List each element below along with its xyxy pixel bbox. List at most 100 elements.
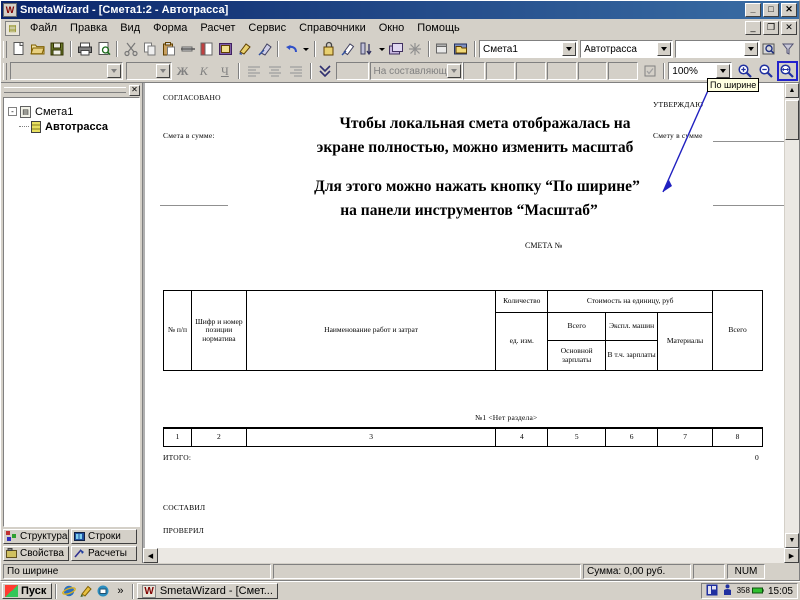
menu-item-help[interactable]: Помощь xyxy=(411,20,466,36)
export-button[interactable] xyxy=(217,39,236,59)
scroll-up-button[interactable]: ▲ xyxy=(785,83,799,98)
chevron-down-icon[interactable] xyxy=(657,42,672,56)
decompose-field-7[interactable] xyxy=(608,62,639,80)
tree-node-avtotrassa[interactable]: Автотрасса xyxy=(8,119,135,134)
sort-dropdown-button[interactable] xyxy=(377,39,387,59)
bold-button[interactable]: Ж xyxy=(172,61,193,81)
tree-node-smeta1[interactable]: - ▤ Смета1 xyxy=(8,104,135,119)
italic-button[interactable]: К xyxy=(193,61,214,81)
menu-item-file[interactable]: Файл xyxy=(24,20,63,36)
more-icon[interactable]: » xyxy=(113,584,127,598)
decompose-field-4[interactable] xyxy=(516,62,546,80)
print-preview-button[interactable] xyxy=(94,39,113,59)
start-button[interactable]: Пуск xyxy=(2,583,53,599)
menu-item-window[interactable]: Окно xyxy=(373,20,411,36)
properties-button[interactable] xyxy=(433,39,452,59)
decompose-field-1[interactable] xyxy=(335,62,369,80)
recalc-button[interactable] xyxy=(406,39,425,59)
edit-icon[interactable] xyxy=(79,584,93,598)
outlook-icon[interactable] xyxy=(96,584,110,598)
mdi-document-icon[interactable]: ▤ xyxy=(5,20,20,36)
smeta-combo[interactable]: Смета1 xyxy=(479,40,579,58)
decompose-field-3[interactable] xyxy=(485,62,516,80)
tray-battery-icon[interactable] xyxy=(751,586,764,597)
document-vertical-scrollbar[interactable]: ▲ ▼ xyxy=(784,83,799,548)
menu-item-view[interactable]: Вид xyxy=(114,20,146,36)
cut-button[interactable] xyxy=(121,39,140,59)
toolbar-grip[interactable] xyxy=(3,62,7,80)
chevron-down-icon[interactable] xyxy=(715,64,730,78)
underline-button[interactable]: Ч xyxy=(214,61,235,81)
decompose-field-6[interactable] xyxy=(577,62,608,80)
find-button[interactable] xyxy=(760,39,779,59)
align-left-button[interactable] xyxy=(243,61,264,81)
decompose-checkbox[interactable] xyxy=(639,61,660,81)
menu-item-form[interactable]: Форма xyxy=(147,20,193,36)
paste-button[interactable] xyxy=(159,39,178,59)
save-button[interactable] xyxy=(48,39,67,59)
menu-item-edit[interactable]: Правка xyxy=(64,20,113,36)
mdi-minimize-button[interactable]: _ xyxy=(745,21,761,35)
close-button[interactable]: ✕ xyxy=(781,3,797,17)
scroll-left-button[interactable]: ◀ xyxy=(143,548,158,563)
menu-item-reference[interactable]: Справочники xyxy=(293,20,372,36)
estimate-page[interactable]: СОГЛАСОВАНО УТВЕРЖДАЮ Смета в сумме: Сме… xyxy=(143,83,784,548)
section-combo[interactable] xyxy=(675,40,760,58)
undo-button[interactable] xyxy=(282,39,301,59)
menu-item-calc[interactable]: Расчет xyxy=(194,20,241,36)
sidebar-drag-lines[interactable] xyxy=(4,87,126,93)
font-size-combo[interactable] xyxy=(125,62,173,80)
copy-button[interactable] xyxy=(140,39,159,59)
sidebar-tab-properties[interactable]: Свойства xyxy=(3,546,69,561)
chevron-down-icon[interactable] xyxy=(106,64,121,78)
mdi-restore-button[interactable]: ❐ xyxy=(763,21,779,35)
maximize-button[interactable]: □ xyxy=(763,3,779,17)
scroll-thumb[interactable] xyxy=(785,100,799,140)
clear-format-button[interactable] xyxy=(255,39,274,59)
tray-layout-icon[interactable] xyxy=(706,584,718,599)
font-combo[interactable] xyxy=(9,62,123,80)
print-button[interactable] xyxy=(75,39,94,59)
toolbar-grip[interactable] xyxy=(3,40,7,58)
filter-button[interactable] xyxy=(779,39,798,59)
decompose-field-5[interactable] xyxy=(546,62,577,80)
mdi-close-button[interactable]: ✕ xyxy=(781,21,797,35)
folder-open-button[interactable] xyxy=(452,39,471,59)
highlight-button[interactable] xyxy=(338,39,357,59)
internet-explorer-icon[interactable] xyxy=(62,584,77,598)
chevron-down-icon[interactable] xyxy=(743,42,758,56)
sidebar-tab-calculations[interactable]: Расчеты xyxy=(71,546,137,561)
hscroll-track[interactable] xyxy=(158,548,784,563)
insert-row-button[interactable] xyxy=(198,39,217,59)
minimize-button[interactable]: _ xyxy=(745,3,761,17)
document-horizontal-scrollbar[interactable]: ◀ ▶ xyxy=(143,548,799,563)
sort-button[interactable] xyxy=(357,39,376,59)
align-center-button[interactable] xyxy=(265,61,286,81)
tray-keyboard-icon[interactable] xyxy=(722,583,733,599)
scroll-down-button[interactable]: ▼ xyxy=(785,533,799,548)
lock-button[interactable] xyxy=(319,39,338,59)
align-right-button[interactable] xyxy=(286,61,307,81)
menu-item-service[interactable]: Сервис xyxy=(242,20,292,36)
taskbar-button-smetawizard[interactable]: W SmetaWizard - [Смет... xyxy=(137,583,278,599)
document-tree[interactable]: - ▤ Смета1 Автотрасса xyxy=(3,97,140,527)
estimate-table[interactable]: № п/п Шифр и номер позиции норматива Наи… xyxy=(163,290,763,371)
group-button[interactable] xyxy=(387,39,406,59)
format-painter-button[interactable] xyxy=(236,39,255,59)
chevron-down-icon[interactable] xyxy=(562,42,577,56)
delete-row-button[interactable] xyxy=(179,39,198,59)
tree-toggle-icon[interactable]: - xyxy=(8,107,17,116)
scroll-right-button[interactable]: ▶ xyxy=(784,548,799,563)
chevron-down-icon[interactable] xyxy=(156,64,171,78)
chevron-down-icon[interactable] xyxy=(447,64,462,78)
scroll-track-lower[interactable] xyxy=(785,140,799,533)
sidebar-tab-rows[interactable]: Строки xyxy=(71,529,137,544)
undo-dropdown-button[interactable] xyxy=(301,39,311,59)
open-folder-button[interactable] xyxy=(29,39,48,59)
object-combo[interactable]: Автотрасса xyxy=(580,40,674,58)
decompose-field-2[interactable] xyxy=(463,62,485,80)
expand-all-button[interactable] xyxy=(315,61,336,81)
sidebar-tab-structure[interactable]: Структура xyxy=(3,529,69,544)
new-document-button[interactable] xyxy=(10,39,29,59)
taskbar-clock[interactable]: 15:05 xyxy=(768,586,793,597)
